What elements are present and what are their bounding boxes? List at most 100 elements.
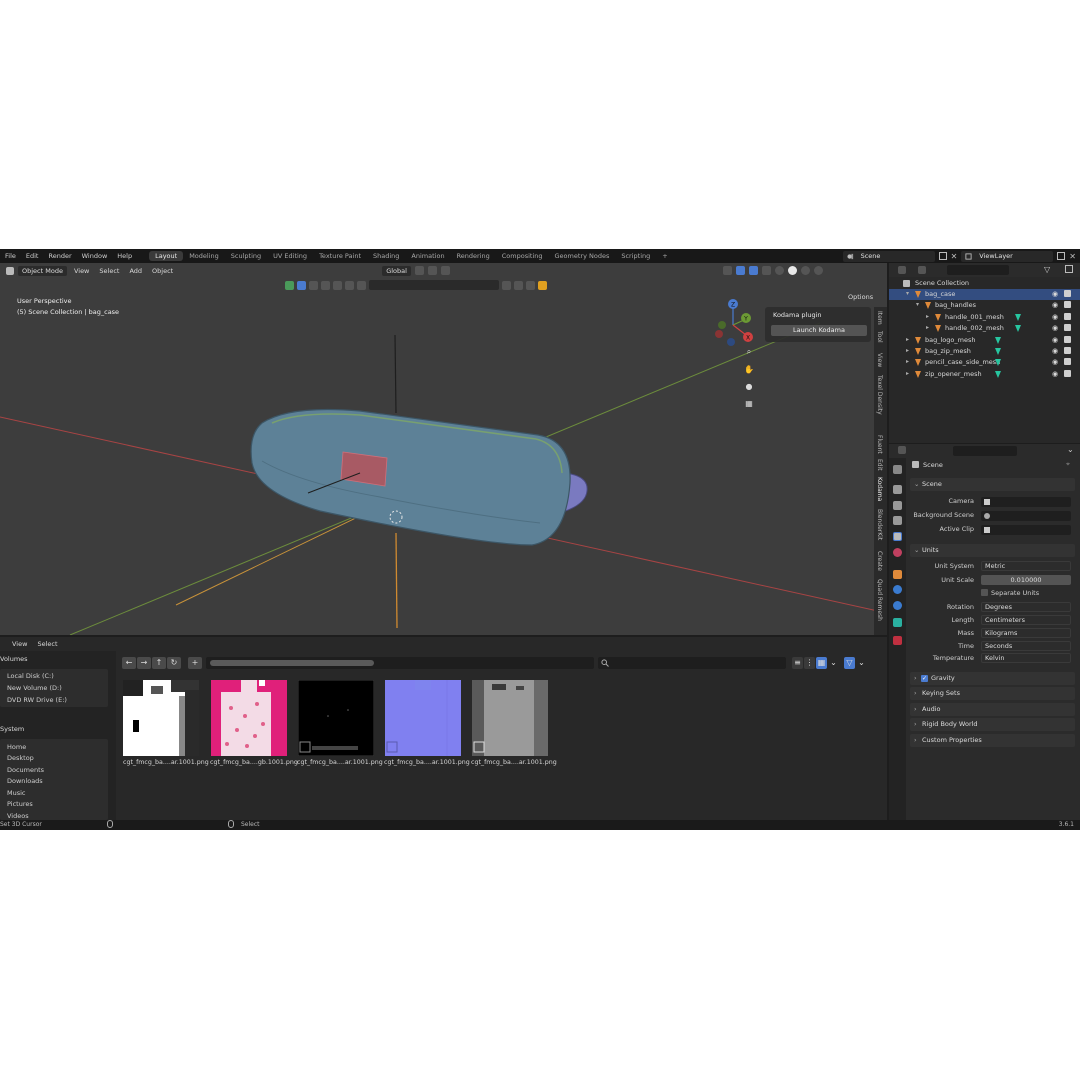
world-tab-icon[interactable] bbox=[893, 548, 902, 557]
viewport-menu-select[interactable]: Select bbox=[96, 267, 122, 275]
render-tab-icon[interactable] bbox=[893, 485, 902, 494]
time-dropdown[interactable]: Seconds bbox=[981, 641, 1071, 651]
length-dropdown[interactable]: Centimeters bbox=[981, 615, 1071, 625]
empty-filter-icon[interactable] bbox=[345, 280, 354, 290]
system-item-pictures[interactable]: Pictures bbox=[7, 800, 33, 808]
collapse-arrow-icon[interactable]: ▾ bbox=[906, 290, 909, 297]
settings-icon[interactable] bbox=[526, 280, 535, 290]
grid-toggle-icon[interactable]: ▦ bbox=[742, 396, 756, 410]
menu-render[interactable]: Render bbox=[43, 252, 76, 260]
expand-arrow-icon[interactable]: ▸ bbox=[926, 313, 929, 320]
visibility-eye-icon[interactable]: ◉ bbox=[1052, 347, 1058, 355]
expand-arrow-icon[interactable]: ▸ bbox=[906, 347, 909, 354]
physics-tab-icon[interactable] bbox=[893, 601, 902, 610]
gravity-panel-header[interactable]: ✓ Gravity bbox=[910, 672, 1075, 685]
units-panel-header[interactable]: Units bbox=[910, 544, 1075, 557]
parent-folder-icon[interactable]: ↑ bbox=[152, 657, 166, 669]
modifier-tab-icon[interactable] bbox=[893, 585, 902, 594]
tool-tab-icon[interactable] bbox=[893, 465, 902, 474]
outliner-search-input[interactable] bbox=[947, 265, 1009, 275]
render-camera-icon[interactable] bbox=[1064, 324, 1071, 332]
sidebar-tab-view[interactable]: View bbox=[876, 353, 883, 367]
zoom-icon[interactable]: ⌕ bbox=[742, 345, 756, 359]
render-camera-icon[interactable] bbox=[1064, 290, 1071, 297]
tab-compositing[interactable]: Compositing bbox=[496, 251, 549, 261]
fb-menu-select[interactable]: Select bbox=[34, 640, 60, 648]
rigid-body-world-panel-header[interactable]: Rigid Body World bbox=[910, 718, 1075, 731]
object-type-icon[interactable] bbox=[285, 280, 294, 290]
system-item-videos[interactable]: Videos bbox=[7, 812, 29, 820]
expand-arrow-icon[interactable]: ▸ bbox=[906, 370, 909, 377]
copy-scene-icon[interactable] bbox=[938, 252, 947, 260]
outliner-item[interactable]: ▾ bag_case ◉ bbox=[889, 289, 1080, 300]
file-thumbnail[interactable] bbox=[472, 680, 548, 756]
sidebar-tab-fluent[interactable]: Fluent bbox=[876, 435, 883, 454]
keying-sets-panel-header[interactable]: Keying Sets bbox=[910, 687, 1075, 700]
tab-layout[interactable]: Layout bbox=[149, 251, 184, 261]
menu-edit[interactable]: Edit bbox=[21, 252, 44, 260]
pin-icon[interactable] bbox=[514, 280, 523, 290]
camera-filter-icon[interactable] bbox=[309, 280, 318, 290]
view-layer-tab-icon[interactable] bbox=[893, 516, 902, 525]
light-bulb-icon[interactable] bbox=[538, 280, 547, 290]
system-item-documents[interactable]: Documents bbox=[7, 766, 44, 774]
system-item-music[interactable]: Music bbox=[7, 789, 26, 797]
filename-search-input[interactable] bbox=[598, 657, 786, 669]
mode-dropdown[interactable]: Object Mode bbox=[18, 265, 67, 276]
overlay-toggle-icon[interactable] bbox=[748, 266, 758, 275]
output-tab-icon[interactable] bbox=[893, 501, 902, 510]
back-arrow-icon[interactable]: ← bbox=[122, 657, 136, 669]
tab-shading[interactable]: Shading bbox=[367, 251, 405, 261]
scene-tab-icon[interactable] bbox=[893, 532, 902, 541]
expand-arrow-icon[interactable]: ▸ bbox=[906, 336, 909, 343]
sidebar-tab-tool[interactable]: Tool bbox=[876, 331, 883, 343]
options-dropdown[interactable]: Options bbox=[848, 293, 873, 301]
outliner-item[interactable]: ▸ bag_logo_mesh ◉ bbox=[889, 335, 1080, 346]
wireframe-shading-icon[interactable] bbox=[774, 266, 784, 275]
tab-texture-paint[interactable]: Texture Paint bbox=[313, 251, 367, 261]
unit-system-dropdown[interactable]: Metric bbox=[981, 561, 1071, 571]
render-camera-icon[interactable] bbox=[1064, 369, 1071, 377]
vertical-list-icon[interactable]: ≡ bbox=[792, 657, 803, 669]
render-camera-icon[interactable] bbox=[1064, 335, 1071, 343]
pin-context-icon[interactable]: ⌖ bbox=[1066, 460, 1070, 469]
visibility-eye-icon[interactable]: ◉ bbox=[1052, 290, 1058, 298]
expand-arrow-icon[interactable]: ▸ bbox=[926, 324, 929, 331]
horizontal-list-icon[interactable]: ⋮ bbox=[804, 657, 815, 669]
fb-menu-view[interactable]: View bbox=[9, 640, 30, 648]
visibility-eye-icon[interactable]: ◉ bbox=[1052, 358, 1058, 366]
file-thumbnail[interactable] bbox=[211, 680, 287, 756]
texture-tab-icon[interactable] bbox=[893, 636, 902, 645]
mass-dropdown[interactable]: Kilograms bbox=[981, 628, 1071, 638]
menu-file[interactable]: File bbox=[0, 252, 21, 260]
launch-kodama-button[interactable]: Launch Kodama bbox=[771, 325, 867, 336]
outliner-filter-icon[interactable]: ▽ bbox=[1044, 265, 1050, 274]
gravity-checkbox[interactable]: ✓ bbox=[921, 675, 928, 682]
menu-help[interactable]: Help bbox=[112, 252, 137, 260]
select-box-icon[interactable] bbox=[297, 280, 306, 290]
render-camera-icon[interactable] bbox=[1064, 301, 1071, 309]
delete-scene-icon[interactable]: ✕ bbox=[951, 252, 958, 261]
expand-arrow-icon[interactable]: ▸ bbox=[906, 358, 909, 365]
tab-uv-editing[interactable]: UV Editing bbox=[267, 251, 313, 261]
volume-item[interactable]: Local Disk (C:) bbox=[7, 672, 54, 680]
solid-shading-icon[interactable] bbox=[787, 266, 797, 275]
forward-arrow-icon[interactable]: → bbox=[137, 657, 151, 669]
sidebar-tab-kodama[interactable]: Kodama bbox=[876, 477, 883, 501]
rotation-dropdown[interactable]: Degrees bbox=[981, 602, 1071, 612]
system-item-downloads[interactable]: Downloads bbox=[7, 777, 43, 785]
visibility-eye-icon[interactable]: ◉ bbox=[1052, 336, 1058, 344]
visibility-eye-icon[interactable]: ◉ bbox=[1052, 324, 1058, 332]
temperature-dropdown[interactable]: Kelvin bbox=[981, 653, 1071, 663]
directory-path-input[interactable] bbox=[206, 657, 594, 669]
properties-editor-icon[interactable] bbox=[898, 446, 906, 454]
constraints-tab-icon[interactable] bbox=[893, 618, 902, 627]
tab-modeling[interactable]: Modeling bbox=[183, 251, 225, 261]
volume-item[interactable]: DVD RW Drive (E:) bbox=[7, 696, 67, 704]
pan-hand-icon[interactable]: ✋ bbox=[742, 362, 756, 376]
tab-rendering[interactable]: Rendering bbox=[451, 251, 496, 261]
visibility-eye-icon[interactable]: ◉ bbox=[1052, 313, 1058, 321]
camera-field[interactable] bbox=[981, 497, 1071, 507]
add-workspace-button[interactable]: + bbox=[656, 251, 673, 261]
system-item-home[interactable]: Home bbox=[7, 743, 26, 751]
